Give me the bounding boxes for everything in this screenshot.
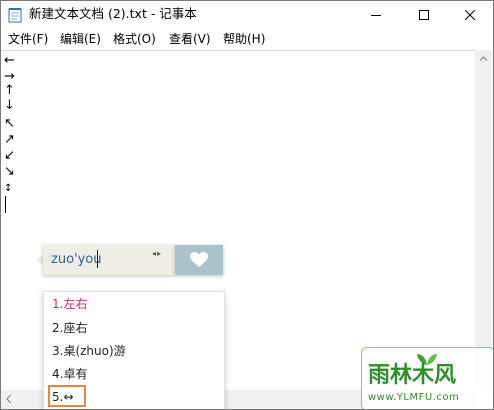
watermark-logo: 雨林木风 www.YLMFU.com — [361, 347, 493, 409]
minimize-icon — [371, 15, 381, 16]
editor-line: ↖ — [4, 116, 15, 131]
menu-format[interactable]: 格式(O) — [113, 31, 156, 47]
menu-edit[interactable]: 编辑(E) — [60, 31, 101, 47]
notepad-icon — [8, 7, 22, 23]
menu-bar: 文件(F) 编辑(E) 格式(O) 查看(V) 帮助(H) — [1, 29, 493, 49]
vertical-scrollbar[interactable] — [475, 50, 492, 390]
maximize-button[interactable] — [401, 1, 447, 29]
ime-candidate[interactable]: 4.卓有 — [52, 366, 87, 382]
ime-candidate-list: 1.左右 2.座右 3.桌(zhuo)游 4.卓有 5.↔ — [43, 291, 225, 409]
ime-candidate[interactable]: 1.左右 — [52, 296, 87, 312]
editor-line: → — [4, 69, 15, 84]
close-icon — [465, 10, 475, 20]
editor-line: ↕ — [4, 183, 13, 194]
watermark-title: 雨林木风 — [368, 363, 457, 388]
maximize-icon — [419, 10, 429, 20]
window-title: 新建文本文档 (2).txt - 记事本 — [29, 6, 197, 21]
title-bar[interactable]: 新建文本文档 (2).txt - 记事本 — [1, 1, 493, 29]
ime-page-arrows[interactable]: ◂▸ — [152, 250, 162, 258]
scroll-up-icon[interactable] — [480, 56, 487, 61]
editor-line: ↗ — [4, 132, 15, 147]
watermark-url: www.YLMFU.com — [368, 392, 460, 403]
close-button[interactable] — [447, 1, 493, 29]
notepad-window: 新建文本文档 (2).txt - 记事本 文件(F) 编辑(E) 格式(O) 查… — [0, 0, 494, 410]
ime-candidate[interactable]: 3.桌(zhuo)游 — [52, 343, 126, 359]
editor-line: ↘ — [4, 164, 15, 179]
editor-line: ↙ — [4, 148, 15, 163]
ime-action-button[interactable] — [175, 245, 223, 275]
ime-pointer — [35, 255, 43, 265]
ime-composition-text: zuo'you — [51, 252, 102, 267]
editor-line: ← — [4, 53, 15, 68]
minimize-button[interactable] — [353, 1, 399, 29]
menu-help[interactable]: 帮助(H) — [223, 31, 265, 47]
menu-file[interactable]: 文件(F) — [8, 31, 48, 47]
text-caret — [5, 196, 6, 213]
heart-icon — [190, 252, 208, 267]
ime-candidate[interactable]: 2.座右 — [52, 320, 87, 336]
candidate-highlight-box — [48, 385, 86, 407]
scroll-left-icon[interactable] — [6, 395, 11, 403]
editor-line: ↓ — [4, 98, 15, 113]
ime-caret — [97, 250, 98, 268]
editor-line: ↑ — [4, 83, 15, 98]
menu-view[interactable]: 查看(V) — [169, 31, 211, 47]
